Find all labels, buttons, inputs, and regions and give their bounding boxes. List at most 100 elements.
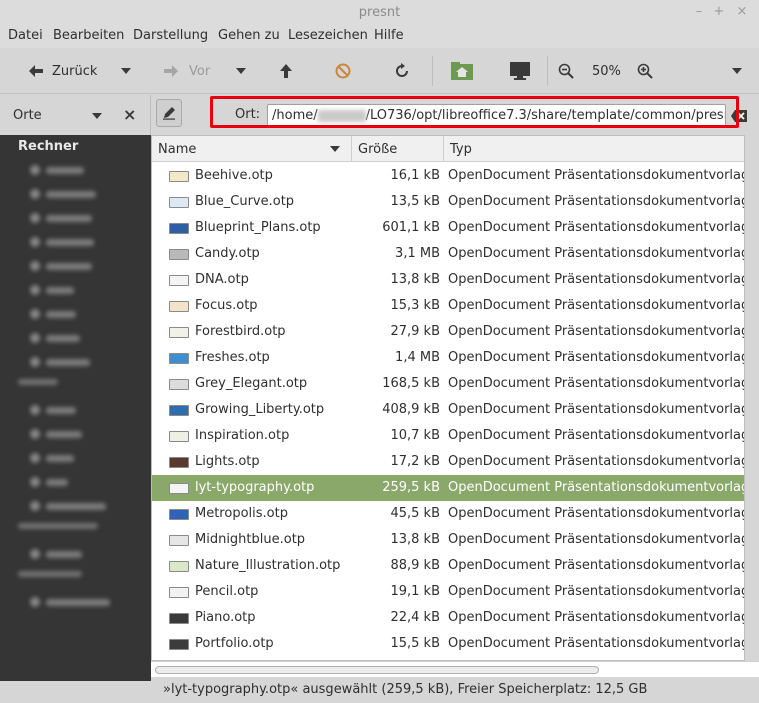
home-button[interactable] xyxy=(450,48,474,94)
sidebar-item-blurred[interactable] xyxy=(30,283,74,297)
maximize-button[interactable]: + xyxy=(712,4,726,19)
location-input[interactable]: /home/ /LO736/opt/libreoffice7.3/share/te… xyxy=(267,104,726,128)
file-size: 16,1 kB xyxy=(390,168,440,183)
file-row[interactable]: Lights.otp 17,2 kB OpenDocument Präsentati… xyxy=(152,449,745,475)
file-row[interactable]: Candy.otp 3,1 MB OpenDocument Präsentation… xyxy=(152,241,745,267)
sidebar-item-blurred[interactable] xyxy=(30,427,82,441)
sidebar-section-title: Rechner xyxy=(18,139,79,154)
file-type: OpenDocument Präsentationsdokumentvorlag… xyxy=(448,532,745,547)
file-size: 15,5 kB xyxy=(390,636,440,651)
zoom-in-button[interactable] xyxy=(637,48,653,94)
back-history-dropdown[interactable] xyxy=(121,48,131,94)
sidebar-item-blurred[interactable] xyxy=(30,211,92,225)
file-type: OpenDocument Präsentationsdokumentvorlag… xyxy=(448,454,745,469)
vertical-scrollbar[interactable] xyxy=(745,135,759,661)
file-name: Focus.otp xyxy=(195,298,258,313)
pencil-icon xyxy=(163,107,175,120)
sidebar-places-select[interactable]: Orte xyxy=(13,108,42,123)
back-button[interactable]: Zurück xyxy=(28,48,97,94)
view-options-dropdown[interactable] xyxy=(732,48,742,94)
file-type: OpenDocument Präsentationsdokumentvorlag… xyxy=(448,298,745,313)
sidebar-item-blurred[interactable] xyxy=(30,499,106,513)
forward-history-dropdown[interactable] xyxy=(236,48,246,94)
sidebar-item-blurred[interactable] xyxy=(30,307,76,321)
menubar: Datei Bearbeiten Darstellung Gehen zu Le… xyxy=(0,26,759,48)
file-thumbnail-icon xyxy=(169,275,189,286)
menu-datei[interactable]: Datei xyxy=(8,28,43,43)
file-size: 601,1 kB xyxy=(382,220,440,235)
file-row[interactable]: Forestbird.otp 27,9 kB OpenDocument Präsen… xyxy=(152,319,744,345)
up-button[interactable] xyxy=(279,48,293,94)
file-row[interactable]: Nature_Illustration.otp 88,9 kB OpenDocume… xyxy=(152,553,744,579)
sidebar-item-blurred[interactable] xyxy=(30,403,76,417)
forward-button[interactable]: Vor xyxy=(163,48,210,94)
sidebar-item-blurred[interactable] xyxy=(30,451,74,465)
sidebar-item-blurred[interactable] xyxy=(30,475,68,489)
menu-hilfe[interactable]: Hilfe xyxy=(374,28,404,43)
place-icon xyxy=(30,261,40,271)
place-icon xyxy=(30,213,40,223)
place-icon xyxy=(30,453,40,463)
chevron-down-icon[interactable] xyxy=(92,113,102,119)
file-thumbnail-icon xyxy=(169,379,189,390)
column-type-label: Typ xyxy=(450,142,472,157)
file-row[interactable]: Inspiration.otp 10,7 kB OpenDocument Präse… xyxy=(152,423,745,449)
file-row[interactable]: Beehive.otp 16,1 kB OpenDocument Präsentat… xyxy=(152,163,744,189)
file-row[interactable]: Metropolis.otp 45,5 kB OpenDocument Präsen… xyxy=(152,501,744,527)
file-row[interactable]: DNA.otp 13,8 kB OpenDocument Präsentations… xyxy=(152,267,745,293)
file-name: Metropolis.otp xyxy=(195,506,288,521)
status-text: »lyt-typography.otp« ausgewählt (259,5 k… xyxy=(163,682,648,697)
place-icon xyxy=(30,165,40,175)
sidebar-item-blurred[interactable] xyxy=(30,547,82,561)
sidebar-item-blurred[interactable] xyxy=(30,163,84,177)
menu-gehen-zu[interactable]: Gehen zu xyxy=(218,28,280,43)
sidebar-item-blurred[interactable] xyxy=(30,235,94,249)
menu-lesezeichen[interactable]: Lesezeichen xyxy=(288,28,368,43)
clear-location-button[interactable] xyxy=(729,106,749,126)
file-thumbnail-icon xyxy=(169,353,189,364)
sidebar-item-blurred[interactable] xyxy=(30,331,80,345)
location-path-suffix: /LO736/opt/libreoffice7.3/share/template… xyxy=(365,108,726,123)
sidebar-section-blurred xyxy=(18,571,82,581)
file-row[interactable]: Blueprint_Plans.otp 601,1 kB OpenDocument … xyxy=(152,215,744,241)
file-type: OpenDocument Präsentationsdokumentvorlag… xyxy=(448,194,745,209)
file-type: OpenDocument Präsentationsdokumentvorlag… xyxy=(448,428,745,443)
zoom-out-icon xyxy=(558,63,574,79)
file-row[interactable]: lyt-typography.otp 259,5 kB OpenDocument P… xyxy=(152,475,744,501)
place-icon xyxy=(30,429,40,439)
sidebar-item-blurred[interactable] xyxy=(30,259,92,273)
sidebar-item-blurred[interactable] xyxy=(30,595,110,609)
file-type: OpenDocument Präsentationsdokumentvorlag… xyxy=(448,272,745,287)
file-type: OpenDocument Präsentationsdokumentvorlag… xyxy=(448,246,745,261)
file-row[interactable]: Focus.otp 15,3 kB OpenDocument Präsentatio… xyxy=(152,293,745,319)
close-window-button[interactable]: × xyxy=(735,4,749,19)
stop-button[interactable] xyxy=(335,48,351,94)
menu-darstellung[interactable]: Darstellung xyxy=(133,28,208,43)
column-header-size[interactable]: Größe xyxy=(352,136,444,162)
file-row[interactable]: Portfolio.otp 15,5 kB OpenDocument Präsent… xyxy=(152,631,744,657)
file-row[interactable]: Grey_Elegant.otp 168,5 kB OpenDocument Prä… xyxy=(152,371,744,397)
toggle-location-button[interactable] xyxy=(156,99,182,127)
file-row[interactable]: Growing_Liberty.otp 408,9 kB OpenDocument … xyxy=(152,397,744,423)
file-row[interactable]: Freshes.otp 1,4 MB OpenDocument Präsentati… xyxy=(152,345,744,371)
menu-bearbeiten[interactable]: Bearbeiten xyxy=(53,28,124,43)
place-icon xyxy=(30,237,40,247)
sidebar-item-blurred[interactable] xyxy=(30,355,90,369)
file-row[interactable]: Midnightblue.otp 13,8 kB OpenDocument Präs… xyxy=(152,527,745,553)
column-header-name[interactable]: Name xyxy=(152,136,352,162)
sidebar-item-blurred[interactable] xyxy=(30,187,96,201)
computer-button[interactable] xyxy=(509,48,531,94)
file-size: 408,9 kB xyxy=(382,402,440,417)
zoom-out-button[interactable] xyxy=(558,48,574,94)
minimize-button[interactable]: – xyxy=(692,4,706,19)
window-title: presnt xyxy=(358,5,401,20)
horizontal-scrollbar[interactable] xyxy=(151,661,759,677)
scrollbar-thumb[interactable] xyxy=(155,666,599,674)
toolbar-separator xyxy=(547,56,548,86)
reload-button[interactable] xyxy=(394,48,410,94)
file-row[interactable]: Piano.otp 22,4 kB OpenDocument Präsentatio… xyxy=(152,605,744,631)
file-row[interactable]: Blue_Curve.otp 13,5 kB OpenDocument Präsen… xyxy=(152,189,745,215)
close-sidebar-button[interactable]: × xyxy=(123,105,136,124)
file-row[interactable]: Pencil.otp 19,1 kB OpenDocument Präsentati… xyxy=(152,579,744,605)
column-header-type[interactable]: Typ xyxy=(444,136,744,162)
